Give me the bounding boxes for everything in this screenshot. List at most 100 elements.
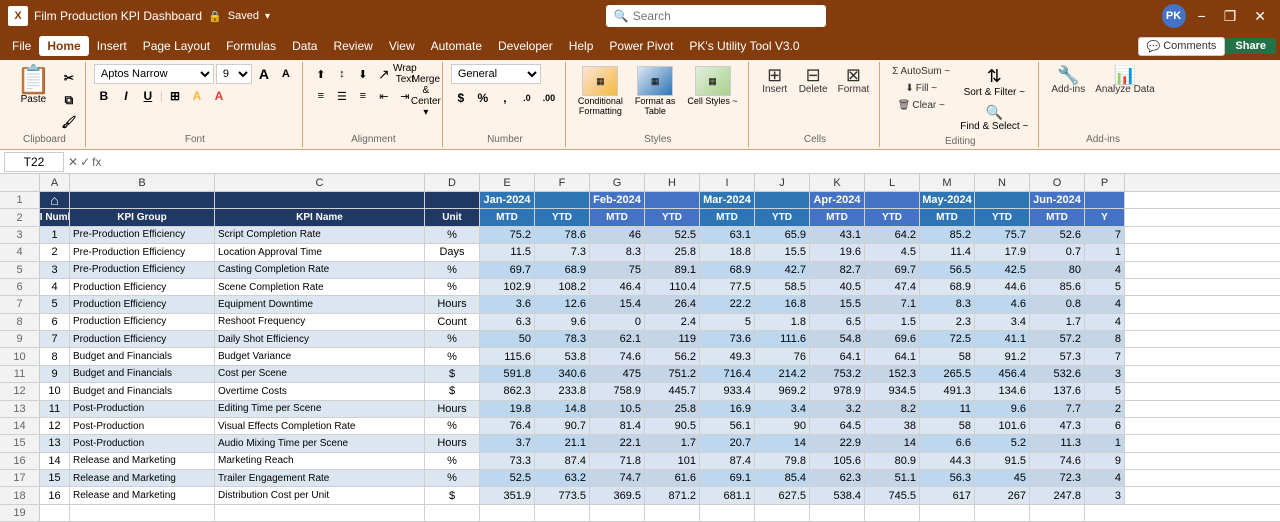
decrease-decimal-button[interactable]: .0 [517, 88, 537, 108]
cell-2-d[interactable]: Unit [425, 209, 480, 225]
cell-5-l[interactable]: 69.7 [865, 262, 920, 278]
cell-14-c[interactable]: Visual Effects Completion Rate [215, 418, 425, 434]
col-header-j[interactable]: J [755, 174, 810, 191]
cell-14-n[interactable]: 101.6 [975, 418, 1030, 434]
maximize-button[interactable]: ❐ [1218, 6, 1243, 27]
cell-17-m[interactable]: 56.3 [920, 470, 975, 486]
cell-14-o[interactable]: 47.3 [1030, 418, 1085, 434]
cell-11-h[interactable]: 751.2 [645, 366, 700, 382]
search-input[interactable] [633, 9, 813, 23]
col-header-d[interactable]: D [425, 174, 480, 191]
cell-7-o[interactable]: 0.8 [1030, 296, 1085, 312]
cell-8-p[interactable]: 4 [1085, 314, 1125, 330]
cell-styles-button[interactable]: ▦ Cell Styles ~ [683, 64, 741, 108]
cell-18-e[interactable]: 351.9 [480, 487, 535, 503]
cell-19-l[interactable] [865, 505, 920, 521]
cell-15-o[interactable]: 11.3 [1030, 435, 1085, 451]
cell-4-k[interactable]: 19.6 [810, 244, 865, 260]
cell-11-p[interactable]: 3 [1085, 366, 1125, 382]
cell-17-p[interactable]: 4 [1085, 470, 1125, 486]
cell-14-j[interactable]: 90 [755, 418, 810, 434]
menu-page-layout[interactable]: Page Layout [135, 36, 218, 56]
cell-19-g[interactable] [590, 505, 645, 521]
cell-16-g[interactable]: 71.8 [590, 453, 645, 469]
menu-view[interactable]: View [381, 36, 423, 56]
cell-14-e[interactable]: 76.4 [480, 418, 535, 434]
cell-17-k[interactable]: 62.3 [810, 470, 865, 486]
rownum-19[interactable]: 19 [0, 505, 40, 521]
cell-8-i[interactable]: 5 [700, 314, 755, 330]
cell-19-d[interactable] [425, 505, 480, 521]
cell-9-j[interactable]: 111.6 [755, 331, 810, 347]
cell-18-i[interactable]: 681.1 [700, 487, 755, 503]
cell-19-e[interactable] [480, 505, 535, 521]
cell-18-k[interactable]: 538.4 [810, 487, 865, 503]
cell-7-c[interactable]: Equipment Downtime [215, 296, 425, 312]
cell-13-n[interactable]: 9.6 [975, 401, 1030, 417]
cell-1-feb-mtd[interactable]: Feb-2024 [590, 192, 645, 208]
cell-9-p[interactable]: 8 [1085, 331, 1125, 347]
cell-9-i[interactable]: 73.6 [700, 331, 755, 347]
cell-18-n[interactable]: 267 [975, 487, 1030, 503]
cell-11-l[interactable]: 152.3 [865, 366, 920, 382]
cell-13-l[interactable]: 8.2 [865, 401, 920, 417]
cell-2-n[interactable]: YTD [975, 209, 1030, 225]
cell-16-i[interactable]: 87.4 [700, 453, 755, 469]
cell-13-g[interactable]: 10.5 [590, 401, 645, 417]
cell-11-n[interactable]: 456.4 [975, 366, 1030, 382]
cell-8-e[interactable]: 6.3 [480, 314, 535, 330]
cell-5-g[interactable]: 75 [590, 262, 645, 278]
cell-7-a[interactable]: 5 [40, 296, 70, 312]
conditional-formatting-button[interactable]: ▦ ConditionalFormatting [574, 64, 627, 118]
cell-16-m[interactable]: 44.3 [920, 453, 975, 469]
cell-14-i[interactable]: 56.1 [700, 418, 755, 434]
cell-18-l[interactable]: 745.5 [865, 487, 920, 503]
cell-4-m[interactable]: 11.4 [920, 244, 975, 260]
align-bottom-button[interactable]: ⬇ [353, 64, 373, 84]
cell-8-c[interactable]: Reshoot Frequency [215, 314, 425, 330]
cell-5-i[interactable]: 68.9 [700, 262, 755, 278]
cell-13-a[interactable]: 11 [40, 401, 70, 417]
cell-19-b[interactable] [70, 505, 215, 521]
cell-8-n[interactable]: 3.4 [975, 314, 1030, 330]
cell-11-b[interactable]: Budget and Financials [70, 366, 215, 382]
cell-12-i[interactable]: 933.4 [700, 383, 755, 399]
cell-3-k[interactable]: 43.1 [810, 227, 865, 243]
rownum-16[interactable]: 16 [0, 453, 40, 469]
cell-19-i[interactable] [700, 505, 755, 521]
cell-3-g[interactable]: 46 [590, 227, 645, 243]
cell-6-d[interactable]: % [425, 279, 480, 295]
cell-5-h[interactable]: 89.1 [645, 262, 700, 278]
cell-7-m[interactable]: 8.3 [920, 296, 975, 312]
increase-decimal-button[interactable]: .00 [539, 88, 559, 108]
cell-15-m[interactable]: 6.6 [920, 435, 975, 451]
cell-4-o[interactable]: 0.7 [1030, 244, 1085, 260]
cell-11-j[interactable]: 214.2 [755, 366, 810, 382]
rownum-6[interactable]: 6 [0, 279, 40, 295]
cell-13-c[interactable]: Editing Time per Scene [215, 401, 425, 417]
cell-14-g[interactable]: 81.4 [590, 418, 645, 434]
cell-11-f[interactable]: 340.6 [535, 366, 590, 382]
cell-14-k[interactable]: 64.5 [810, 418, 865, 434]
cell-5-d[interactable]: % [425, 262, 480, 278]
cell-8-d[interactable]: Count [425, 314, 480, 330]
cell-13-h[interactable]: 25.8 [645, 401, 700, 417]
cell-18-d[interactable]: $ [425, 487, 480, 503]
cell-2-f[interactable]: YTD [535, 209, 590, 225]
cell-15-j[interactable]: 14 [755, 435, 810, 451]
cell-10-f[interactable]: 53.8 [535, 348, 590, 364]
rownum-15[interactable]: 15 [0, 435, 40, 451]
menu-file[interactable]: File [4, 36, 39, 56]
profile-avatar[interactable]: PK [1162, 4, 1186, 28]
formula-confirm-icon[interactable]: ✓ [80, 155, 90, 169]
autosum-button[interactable]: Σ AutoSum ~ [888, 64, 954, 79]
align-right-button[interactable]: ≡ [353, 86, 373, 106]
comma-button[interactable]: , [495, 88, 515, 108]
cell-9-h[interactable]: 119 [645, 331, 700, 347]
cell-10-l[interactable]: 64.1 [865, 348, 920, 364]
cell-15-b[interactable]: Post-Production [70, 435, 215, 451]
cell-9-d[interactable]: % [425, 331, 480, 347]
menu-developer[interactable]: Developer [490, 36, 561, 56]
cell-17-g[interactable]: 74.7 [590, 470, 645, 486]
cell-19-n[interactable] [975, 505, 1030, 521]
